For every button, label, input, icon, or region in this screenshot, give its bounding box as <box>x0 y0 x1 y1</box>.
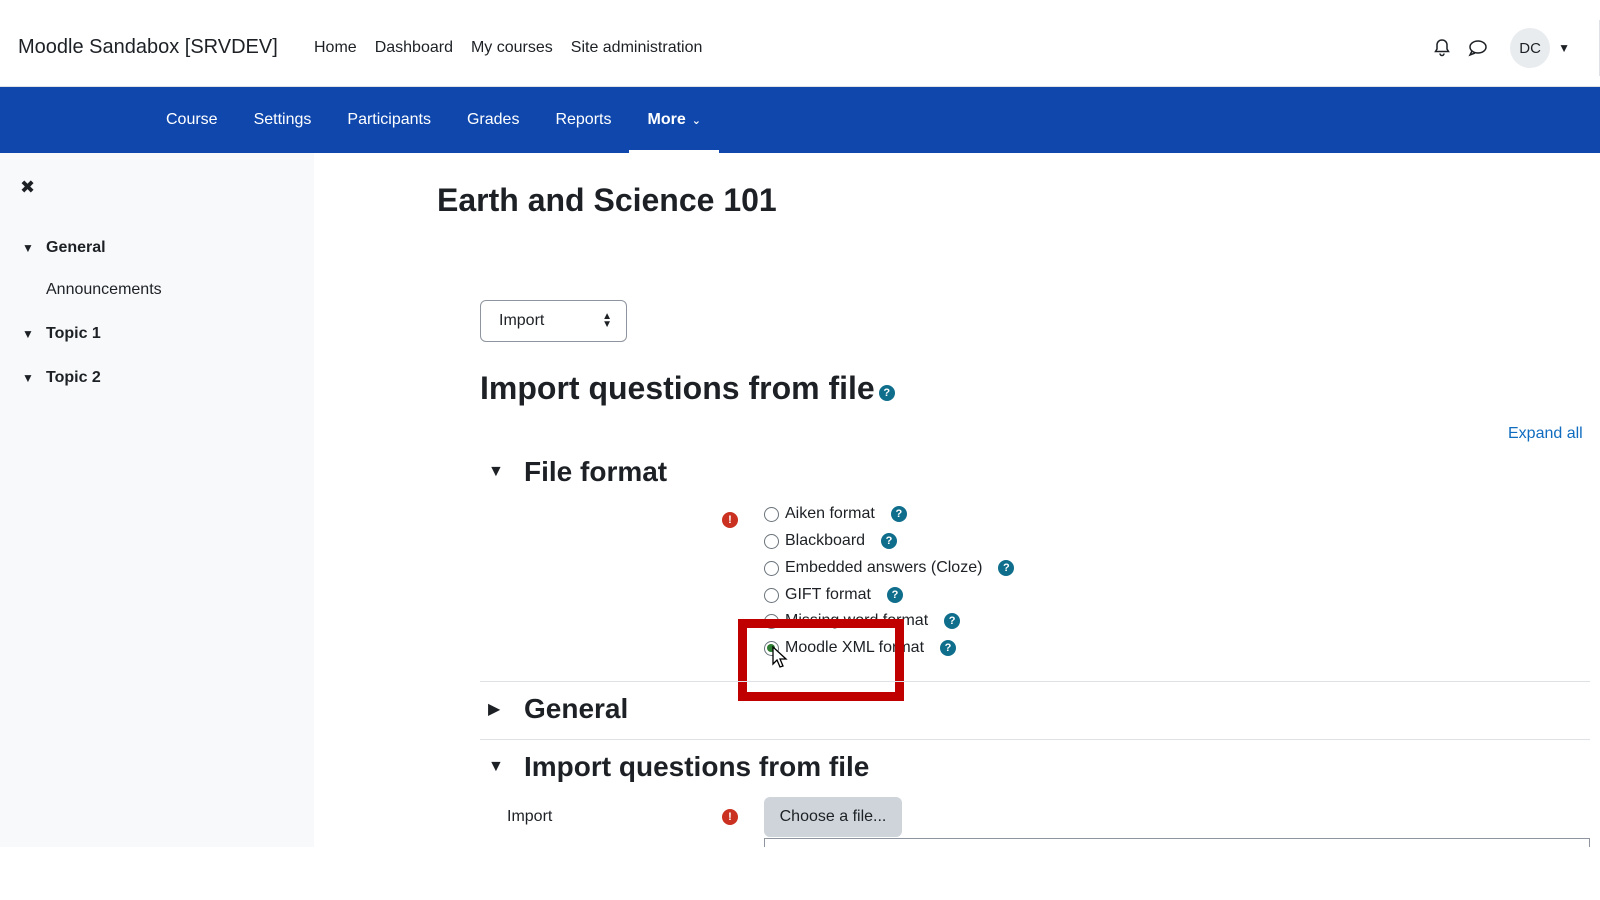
divider <box>480 739 1590 740</box>
radio-label[interactable]: GIFT format <box>785 586 871 604</box>
secondary-navigation: Course Settings Participants Grades Repo… <box>0 87 1600 153</box>
choose-file-button[interactable]: Choose a file... <box>764 797 902 837</box>
tab-reports[interactable]: Reports <box>537 87 629 153</box>
section-title: Import questions from file <box>524 751 870 782</box>
sidebar-section-label: Topic 2 <box>46 369 101 386</box>
radio-label[interactable]: Blackboard <box>785 532 865 550</box>
tab-participants[interactable]: Participants <box>329 87 449 153</box>
course-index-drawer: ✖ ▼ General Announcements ▼ Topic 1 ▼ To… <box>0 153 314 847</box>
primary-navigation: Home Dashboard My courses Site administr… <box>314 39 720 57</box>
help-icon[interactable]: ? <box>886 587 903 603</box>
help-icon[interactable]: ? <box>890 506 907 522</box>
chevron-down-icon[interactable]: ▼ <box>22 241 46 255</box>
section-file-format[interactable]: ▼ File format <box>488 456 667 488</box>
chevron-down-icon[interactable]: ▼ <box>22 371 46 385</box>
action-select[interactable]: Import ▲ ▼ <box>480 300 627 342</box>
radio-blackboard[interactable]: Blackboard ? <box>764 532 898 550</box>
sidebar-section-general[interactable]: ▼ General <box>22 239 106 257</box>
divider <box>480 681 1590 682</box>
expand-all-link[interactable]: Expand all <box>1508 425 1583 443</box>
bell-icon[interactable] <box>1424 30 1460 66</box>
import-label: Import <box>507 808 553 825</box>
help-icon[interactable]: ? <box>998 560 1015 576</box>
section-import-file[interactable]: ▼ Import questions from file <box>488 751 869 783</box>
tab-settings[interactable]: Settings <box>236 87 330 153</box>
top-navbar: Moodle Sandabox [SRVDEV] Home Dashboard … <box>0 0 1600 87</box>
tab-more[interactable]: More ⌄ <box>629 87 720 153</box>
section-title: File format <box>524 456 668 487</box>
nav-site-administration[interactable]: Site administration <box>571 39 703 57</box>
radio-label[interactable]: Aiken format <box>785 505 875 523</box>
tab-grades[interactable]: Grades <box>449 87 537 153</box>
tab-more-label: More <box>647 111 686 128</box>
chevron-down-icon[interactable]: ▼ <box>488 758 524 776</box>
required-icon: ! <box>722 809 738 825</box>
sidebar-section-topic-1[interactable]: ▼ Topic 1 <box>22 325 101 343</box>
sidebar-section-label: Topic 1 <box>46 325 101 342</box>
radio-cloze[interactable]: Embedded answers (Cloze) ? <box>764 559 1015 577</box>
avatar[interactable]: DC <box>1510 28 1551 68</box>
user-controls: DC ▼ <box>1424 28 1570 68</box>
close-icon[interactable]: ✖ <box>20 177 35 198</box>
chevron-down-icon[interactable]: ▼ <box>488 463 524 481</box>
radio-label[interactable]: Embedded answers (Cloze) <box>785 559 982 577</box>
chevron-down-icon: ⌄ <box>691 114 701 127</box>
site-brand[interactable]: Moodle Sandabox [SRVDEV] <box>18 36 278 59</box>
chevron-down-icon[interactable]: ▼ <box>1558 41 1570 55</box>
nav-home[interactable]: Home <box>314 39 357 57</box>
help-icon[interactable]: ? <box>944 613 961 629</box>
nav-my-courses[interactable]: My courses <box>471 39 553 57</box>
section-title: General <box>524 693 629 724</box>
section-general[interactable]: ▶ General <box>488 693 628 725</box>
sidebar-section-topic-2[interactable]: ▼ Topic 2 <box>22 369 101 387</box>
sidebar-item-announcements[interactable]: Announcements <box>46 281 162 299</box>
chevron-right-icon[interactable]: ▶ <box>488 699 524 719</box>
tab-course[interactable]: Course <box>148 87 236 153</box>
highlight-annotation-box <box>738 619 904 701</box>
sidebar-section-label: General <box>46 239 106 256</box>
page-title: Earth and Science 101 <box>437 182 777 218</box>
radio-aiken[interactable]: Aiken format ? <box>764 505 907 523</box>
help-icon[interactable]: ? <box>878 384 895 401</box>
radio-gift[interactable]: GIFT format ? <box>764 586 903 604</box>
radio-button[interactable] <box>764 560 779 576</box>
radio-button[interactable] <box>764 506 779 522</box>
chevron-down-icon[interactable]: ▼ <box>22 327 46 341</box>
help-icon[interactable]: ? <box>881 533 898 549</box>
heading-text: Import questions from file <box>480 370 875 406</box>
radio-button[interactable] <box>764 587 779 603</box>
nav-dashboard[interactable]: Dashboard <box>375 39 453 57</box>
sort-arrows-icon: ▲ ▼ <box>602 311 612 330</box>
action-select-value: Import <box>499 312 545 329</box>
page-heading: Import questions from file ? <box>480 370 895 407</box>
chat-icon[interactable] <box>1460 30 1496 66</box>
mouse-cursor-icon <box>772 645 788 675</box>
page-bottom <box>0 847 1600 900</box>
required-icon: ! <box>722 512 738 528</box>
radio-button[interactable] <box>764 533 779 549</box>
help-icon[interactable]: ? <box>940 640 957 656</box>
